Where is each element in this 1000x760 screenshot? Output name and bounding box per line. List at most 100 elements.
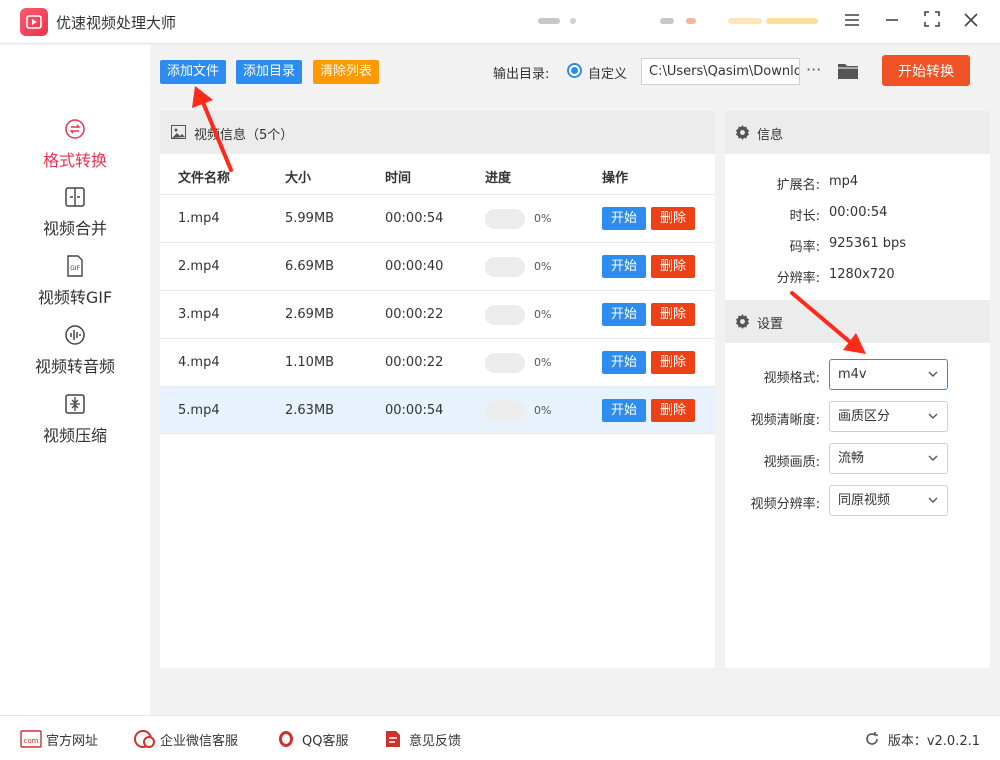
add-file-button[interactable]: 添加文件 — [160, 60, 227, 84]
sidebar-item-merge[interactable]: 视频合并 — [0, 185, 150, 253]
file-name: 3.mp4 — [178, 307, 220, 322]
sidebar-item-label: 视频压缩 — [42, 426, 107, 445]
delete-button[interactable]: 删除 — [651, 351, 695, 374]
column-header-name: 文件名称 — [178, 171, 231, 186]
info-value: 1280x720 — [829, 267, 895, 282]
progress-bar — [485, 401, 525, 421]
output-dir-label: 输出目录: — [493, 67, 550, 82]
delete-button[interactable]: 删除 — [651, 255, 695, 278]
file-size: 2.63MB — [285, 403, 335, 418]
image-icon — [171, 125, 186, 139]
table-row[interactable]: 2.mp4 6.69MB 00:00:40 0% 开始 删除 — [160, 242, 715, 290]
audio-icon — [65, 325, 85, 345]
file-name: 4.mp4 — [178, 355, 220, 370]
progress-text: 0% — [534, 404, 552, 417]
info-value: 925361 bps — [829, 236, 907, 251]
delete-button[interactable]: 删除 — [651, 399, 695, 422]
output-path-input[interactable]: C:\Users\Qasim\Downlo — [641, 58, 800, 85]
close-icon[interactable] — [959, 10, 983, 34]
info-key: 分辨率: — [776, 271, 820, 286]
file-name: 2.mp4 — [178, 259, 220, 274]
settings-key: 视频画质: — [763, 455, 820, 470]
table-row[interactable]: 4.mp4 1.10MB 00:00:22 0% 开始 删除 — [160, 338, 715, 386]
file-panel-header: 视频信息（5个） — [160, 111, 715, 154]
delete-button[interactable]: 删除 — [651, 207, 695, 230]
title-bar: 优速视频处理大师 — [0, 0, 1000, 44]
version-label: 版本：v2.0.2.1 — [887, 734, 980, 749]
sidebar-item-gif[interactable]: GIF 视频转GIF — [0, 254, 150, 322]
file-time: 00:00:54 — [385, 211, 444, 226]
video-quality-select[interactable]: 流畅 — [829, 443, 948, 474]
start-button[interactable]: 开始 — [602, 399, 646, 422]
sidebar: 格式转换 视频合并 GIF 视频转GIF 视频转音频 视频压缩 — [0, 45, 150, 715]
progress-text: 0% — [534, 308, 552, 321]
clear-list-button[interactable]: 清除列表 — [313, 60, 380, 84]
sidebar-item-label: 视频转音频 — [34, 357, 115, 376]
info-key: 时长: — [789, 209, 820, 224]
minimize-icon[interactable] — [880, 10, 904, 34]
sidebar-item-label: 格式转换 — [42, 151, 107, 170]
app-title: 优速视频处理大师 — [56, 14, 177, 32]
file-panel-title: 视频信息（5个） — [194, 128, 294, 143]
file-size: 2.69MB — [285, 307, 335, 322]
select-value: 流畅 — [838, 451, 865, 466]
progress-text: 0% — [534, 212, 552, 225]
more-options-button[interactable]: ··· — [806, 58, 826, 82]
select-value: 同原视频 — [838, 493, 891, 508]
file-name: 5.mp4 — [178, 403, 220, 418]
chevron-down-icon — [928, 371, 938, 377]
progress-bar — [485, 305, 525, 325]
compress-icon — [65, 394, 85, 414]
website-label: 官方网址 — [46, 734, 99, 749]
feedback-label: 意见反馈 — [409, 734, 462, 749]
start-button[interactable]: 开始 — [602, 255, 646, 278]
info-key: 扩展名: — [776, 178, 820, 193]
file-time: 00:00:22 — [385, 355, 444, 370]
select-value: m4v — [838, 367, 867, 382]
chevron-down-icon — [928, 413, 938, 419]
start-button[interactable]: 开始 — [602, 351, 646, 374]
start-button[interactable]: 开始 — [602, 303, 646, 326]
settings-title: 设置 — [757, 317, 784, 332]
select-value: 画质区分 — [838, 409, 891, 424]
sidebar-item-label: 视频合并 — [42, 219, 107, 238]
folder-icon[interactable] — [837, 61, 859, 81]
video-clarity-select[interactable]: 画质区分 — [829, 401, 948, 432]
sidebar-item-compress[interactable]: 视频压缩 — [0, 392, 150, 460]
start-button[interactable]: 开始 — [602, 207, 646, 230]
info-value: 00:00:54 — [829, 205, 888, 220]
custom-radio-label[interactable]: 自定义 — [588, 63, 627, 82]
footer: com 官方网址 企业微信客服 QQ客服 意见反馈 版本：v2.0.2.1 — [0, 715, 1000, 760]
file-size: 5.99MB — [285, 211, 335, 226]
sidebar-item-format-convert[interactable]: 格式转换 — [0, 117, 150, 185]
gif-icon: GIF — [67, 255, 83, 277]
delete-button[interactable]: 删除 — [651, 303, 695, 326]
file-size: 6.69MB — [285, 259, 335, 274]
refresh-icon[interactable] — [864, 731, 880, 747]
progress-text: 0% — [534, 260, 552, 273]
feedback-icon — [386, 731, 400, 747]
blurred-area — [530, 12, 830, 32]
custom-radio[interactable] — [567, 63, 582, 78]
video-format-select[interactable]: m4v — [829, 359, 948, 390]
sidebar-item-audio[interactable]: 视频转音频 — [0, 323, 150, 391]
info-title: 信息 — [757, 128, 784, 143]
column-header-time: 时间 — [385, 171, 412, 186]
file-list-panel: 视频信息（5个） 文件名称 大小 时间 进度 操作 1.mp4 5.99MB 0… — [160, 111, 715, 668]
maximize-icon[interactable] — [920, 10, 944, 34]
file-size: 1.10MB — [285, 355, 335, 370]
settings-key: 视频格式: — [763, 371, 820, 386]
table-row[interactable]: 3.mp4 2.69MB 00:00:22 0% 开始 删除 — [160, 290, 715, 338]
table-row[interactable]: 1.mp4 5.99MB 00:00:54 0% 开始 删除 — [160, 194, 715, 242]
progress-bar — [485, 257, 525, 277]
menu-icon[interactable] — [840, 10, 864, 34]
start-convert-button[interactable]: 开始转换 — [882, 55, 970, 86]
file-time: 00:00:54 — [385, 403, 444, 418]
chevron-down-icon — [928, 497, 938, 503]
video-resolution-select[interactable]: 同原视频 — [829, 485, 948, 516]
table-row-selected[interactable]: 5.mp4 2.63MB 00:00:54 0% 开始 删除 — [160, 386, 715, 434]
qq-service-label: QQ客服 — [302, 734, 349, 749]
settings-header: 设置 — [725, 300, 990, 343]
add-directory-button[interactable]: 添加目录 — [236, 60, 303, 84]
wechat-icon — [134, 730, 155, 748]
